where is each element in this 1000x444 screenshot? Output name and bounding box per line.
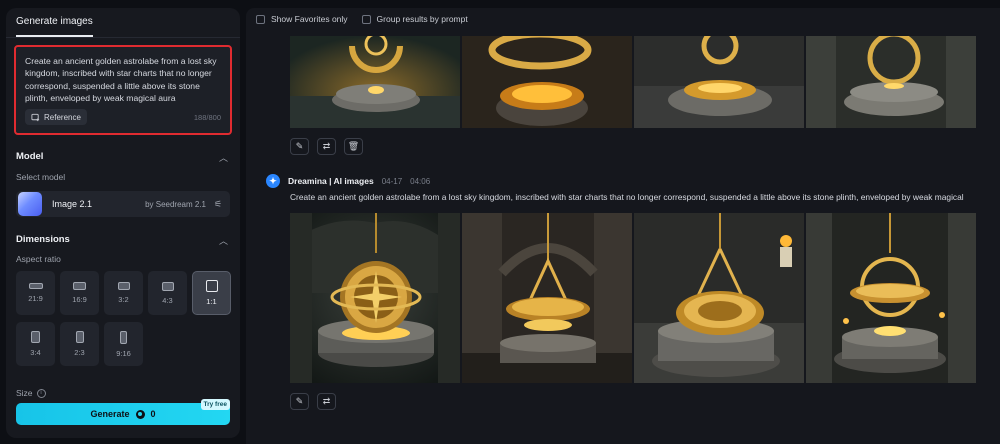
- try-free-badge: Try free: [200, 399, 230, 410]
- generation-prompt[interactable]: Create an ancient golden astrolabe from …: [290, 192, 1000, 202]
- image-actions-current: ✎ ⇄: [290, 393, 336, 410]
- checkbox-label: Group results by prompt: [376, 14, 468, 24]
- ratio-shape-icon: [205, 280, 218, 292]
- ratio-shape-icon: [75, 331, 84, 343]
- info-icon[interactable]: i: [36, 388, 46, 398]
- ratio-shape-icon: [161, 281, 174, 291]
- tab-generate-images[interactable]: Generate images: [16, 16, 93, 37]
- ratio-label: 4:3: [162, 295, 173, 305]
- regenerate-icon[interactable]: ⇄: [317, 393, 336, 410]
- generated-image[interactable]: [290, 213, 460, 383]
- filter-bar: Show Favorites only Group results by pro…: [256, 14, 468, 24]
- ratio-shape-icon: [117, 282, 130, 290]
- checkbox-box: [256, 14, 265, 24]
- model-section-title: Model: [16, 151, 44, 162]
- ratio-label: 1:1: [206, 297, 217, 306]
- ratio-9-16[interactable]: 9:16: [104, 322, 143, 366]
- astrolabe-image: [634, 36, 804, 128]
- results-area: Show Favorites only Group results by pro…: [246, 8, 1000, 444]
- select-model-label: Select model: [16, 172, 66, 182]
- ratio-label: 9:16: [116, 348, 131, 358]
- generate-panel: Generate images Create an ancient golden…: [6, 8, 240, 438]
- ratio-shape-icon: [28, 283, 43, 289]
- generated-image[interactable]: [462, 36, 632, 128]
- size-label-text: Size: [16, 388, 33, 398]
- generated-image[interactable]: [634, 213, 804, 383]
- ratio-3-2[interactable]: 3:2: [104, 271, 143, 315]
- generate-label: Generate: [90, 409, 130, 419]
- generated-image[interactable]: [634, 36, 804, 128]
- ratio-shape-icon: [31, 331, 40, 343]
- ratio-3-4[interactable]: 3:4: [16, 322, 55, 366]
- ratio-4-3[interactable]: 4:3: [148, 271, 187, 315]
- astrolabe-image: [806, 213, 976, 383]
- char-count: 188/800: [193, 113, 221, 122]
- generated-image[interactable]: [462, 213, 632, 383]
- checkbox-box: [361, 14, 371, 24]
- ratio-shape-icon: [120, 330, 127, 344]
- edit-icon[interactable]: ✎: [290, 393, 309, 410]
- ratio-2-3[interactable]: 2:3: [60, 322, 99, 366]
- astrolabe-image: [462, 213, 632, 383]
- generation-date: 04-17: [381, 176, 403, 186]
- dimensions-section-title: Dimensions: [16, 234, 70, 245]
- generation-time: 04:06: [410, 176, 431, 186]
- size-label: Size i: [16, 388, 46, 398]
- generate-cost: 0: [150, 409, 156, 419]
- reference-button[interactable]: Reference: [25, 109, 87, 125]
- image-reference-icon: [31, 113, 40, 121]
- model-provider: by Seedream 2.1: [145, 199, 206, 209]
- generated-image[interactable]: [806, 36, 976, 128]
- group-by-prompt-checkbox[interactable]: Group results by prompt: [361, 14, 468, 24]
- ratio-label: 2:3: [74, 348, 85, 357]
- chevron-up-icon[interactable]: ︿: [219, 234, 228, 247]
- settings-sliders-icon[interactable]: ⚟: [214, 199, 224, 209]
- prompt-text[interactable]: Create an ancient golden astrolabe from …: [25, 55, 221, 107]
- generation-author: Dreamina | AI images: [288, 176, 374, 186]
- image-row-previous: [290, 36, 976, 128]
- edit-icon[interactable]: ✎: [290, 138, 309, 155]
- reference-label: Reference: [44, 112, 81, 122]
- chevron-up-icon[interactable]: ︿: [219, 151, 228, 164]
- ratio-label: 3:2: [118, 295, 129, 304]
- model-name: Image 2.1: [52, 199, 93, 209]
- ratio-label: 21:9: [28, 294, 43, 303]
- prompt-input[interactable]: Create an ancient golden astrolabe from …: [14, 45, 232, 135]
- generated-image[interactable]: [806, 213, 976, 383]
- ratio-16-9[interactable]: 16:9: [60, 271, 99, 315]
- astrolabe-image: [462, 36, 632, 128]
- show-favorites-checkbox[interactable]: Show Favorites only: [256, 14, 348, 24]
- ratio-label: 16:9: [72, 295, 87, 304]
- credit-coin-icon: [135, 409, 145, 419]
- checkbox-label: Show Favorites only: [271, 14, 348, 24]
- astrolabe-image: [290, 213, 460, 383]
- dreamina-logo-icon: ✦: [266, 174, 280, 188]
- generated-image[interactable]: [290, 36, 460, 128]
- regenerate-icon[interactable]: ⇄: [317, 138, 336, 155]
- image-row-current: [290, 213, 976, 383]
- astrolabe-image: [806, 36, 976, 128]
- model-thumbnail: [18, 192, 42, 216]
- panel-tabs: Generate images: [6, 8, 240, 38]
- ratio-shape-icon: [73, 282, 86, 290]
- ratio-21-9[interactable]: 21:9: [16, 271, 55, 315]
- ratio-label: 3:4: [30, 348, 41, 357]
- generate-button[interactable]: Generate 0 Try free: [16, 399, 230, 425]
- astrolabe-image: [634, 213, 804, 383]
- ratio-1-1[interactable]: 1:1: [192, 271, 231, 315]
- generation-header: ✦ Dreamina | AI images 04-17 04:06: [266, 174, 430, 188]
- delete-icon[interactable]: 🗑: [344, 138, 363, 155]
- app-root: Generate images Create an ancient golden…: [0, 0, 1000, 444]
- astrolabe-image: [290, 36, 460, 128]
- image-actions-previous: ✎ ⇄ 🗑: [290, 138, 363, 155]
- aspect-ratio-label: Aspect ratio: [16, 254, 61, 264]
- model-selector[interactable]: Image 2.1 by Seedream 2.1 ⚟: [16, 191, 230, 217]
